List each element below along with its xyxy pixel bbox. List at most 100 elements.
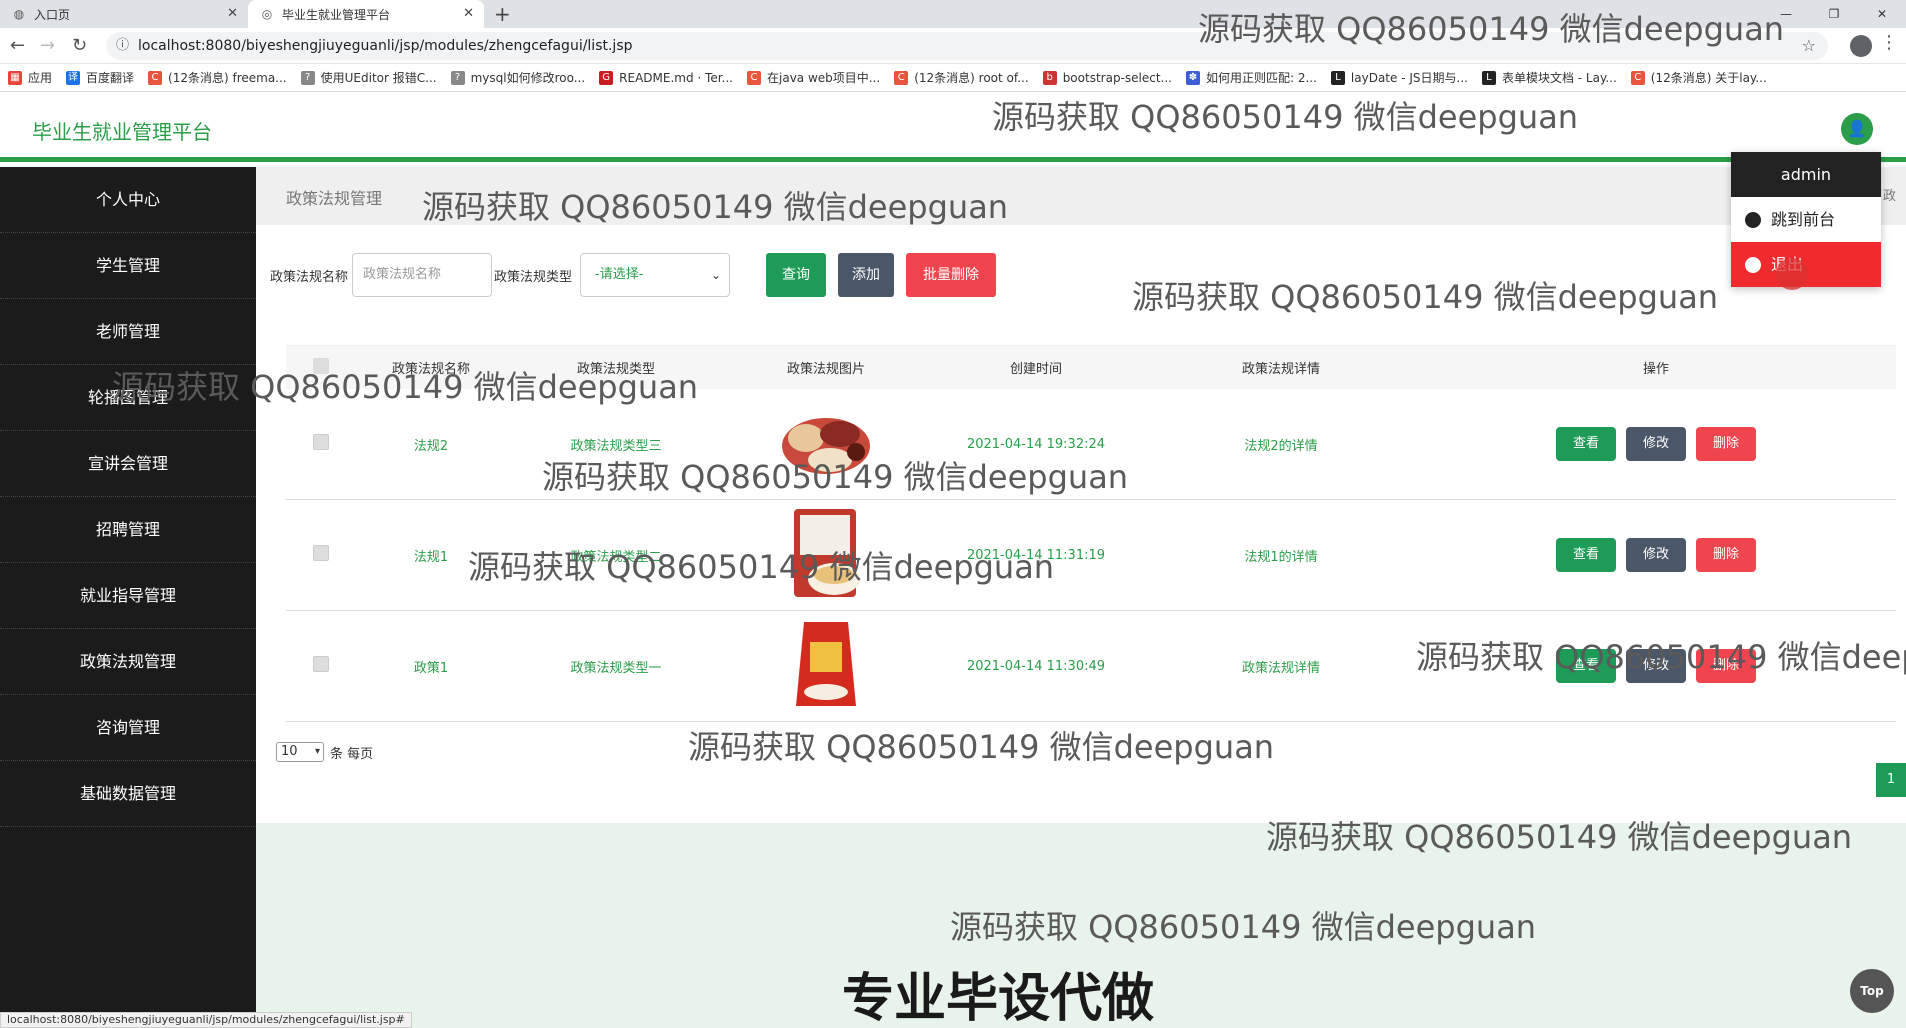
cell-detail[interactable]: 法规1的详情: [1146, 546, 1416, 565]
forward-icon[interactable]: →: [40, 34, 55, 58]
bookmark-item[interactable]: ✽ 如何用正则匹配: 2...: [1185, 69, 1317, 86]
add-button[interactable]: 添加: [838, 253, 895, 297]
page-1-button[interactable]: 1: [1876, 763, 1906, 797]
browser-tab-platform[interactable]: ◎ 毕业生就业管理平台 ✕: [248, 0, 484, 28]
col-header: 政策法规图片: [786, 362, 865, 377]
bookmark-apps[interactable]: ▦ 应用: [8, 69, 52, 86]
sidebar-item-recruitment[interactable]: 招聘管理: [0, 497, 256, 563]
site-icon: ◎: [261, 7, 273, 21]
sidebar-item-basic-data[interactable]: 基础数据管理: [0, 761, 256, 827]
edit-button[interactable]: 修改: [1626, 427, 1686, 461]
csdn-icon: C: [148, 70, 163, 85]
power-icon: [1745, 256, 1761, 273]
cell-type[interactable]: 政策法规类型三: [506, 435, 726, 454]
watermark: 源码获取 QQ86050149 微信deepguan: [422, 188, 1009, 226]
delete-button[interactable]: 删除: [1696, 427, 1756, 461]
batch-delete-button[interactable]: 批量删除: [906, 253, 997, 297]
close-tab-icon[interactable]: ✕: [463, 6, 474, 21]
browser-tab-entry[interactable]: ◍ 入口页 ✕: [0, 0, 248, 28]
csdn-icon: C: [1630, 70, 1645, 85]
back-to-top-button[interactable]: Top: [1850, 969, 1894, 1013]
policy-type-select[interactable]: -请选择- ⌄: [580, 253, 731, 297]
watermark: 源码获取 QQ86050149 微信deepguan: [950, 908, 1537, 946]
sidebar-item-consulting[interactable]: 咨询管理: [0, 695, 256, 761]
brand-title: 毕业生就业管理平台: [32, 120, 212, 144]
bookmark-item[interactable]: L 表单模块文档 - Lay...: [1481, 69, 1617, 86]
bookmarks-bar: ▦ 应用 译百度翻译 C (12条消息) freema... ? 使用UEditor …: [0, 64, 1906, 92]
cell-name[interactable]: 政策1: [356, 657, 506, 676]
tab-title: 毕业生就业管理平台: [282, 7, 391, 22]
delete-button[interactable]: 删除: [1696, 538, 1756, 572]
chevron-down-icon: ▾: [314, 746, 320, 757]
sidebar-item-profile[interactable]: 个人中心: [0, 167, 256, 233]
bookmark-item[interactable]: G README.md · Ter...: [599, 70, 733, 85]
search-form: 政策法规名称 政策法规名称 政策法规类型 -请选择- ⌄ 查询 添加 批量删除: [270, 253, 997, 297]
url-text: localhost:8080/biyeshengjiuyeguanli/jsp/…: [138, 38, 633, 54]
power-icon: [1745, 211, 1761, 228]
col-header: 操作: [1642, 362, 1669, 377]
new-tab-icon[interactable]: +: [494, 2, 511, 26]
bookmark-item[interactable]: LlayDate - JS日期与...: [1330, 69, 1468, 86]
bookmark-item[interactable]: C (12条消息) freema...: [148, 69, 287, 86]
restore-icon[interactable]: ❐: [1810, 0, 1858, 28]
cell-detail[interactable]: 政策法规详情: [1146, 657, 1416, 676]
sidebar-item-guidance[interactable]: 就业指导管理: [0, 563, 256, 629]
row-checkbox[interactable]: [313, 545, 329, 561]
col-header: 政策法规详情: [1241, 362, 1320, 377]
edit-button[interactable]: 修改: [1626, 538, 1686, 572]
view-button[interactable]: 查看: [1556, 427, 1616, 461]
watermark: 源码获取 QQ86050149 微信deepguan: [542, 458, 1129, 496]
watermark: 源码获取 QQ86050149 微信deepguan: [688, 728, 1275, 766]
back-icon[interactable]: ←: [10, 34, 25, 58]
close-tab-icon[interactable]: ✕: [227, 6, 238, 21]
page-size-select[interactable]: 10 ▾: [276, 742, 324, 762]
tab-title: 入口页: [34, 7, 71, 22]
status-bar-url: localhost:8080/biyeshengjiuyeguanli/jsp/…: [0, 1012, 412, 1028]
row-checkbox[interactable]: [313, 434, 329, 450]
bookmark-item[interactable]: b bootstrap-select...: [1042, 70, 1172, 85]
apps-grid-icon: ▦: [8, 70, 22, 85]
cell-name[interactable]: 法规2: [356, 435, 506, 454]
sidebar-item-students[interactable]: 学生管理: [0, 233, 256, 299]
promo-text: 专业毕设代做: [842, 969, 1155, 1028]
cell-time: 2021-04-14 11:30:49: [966, 658, 1106, 674]
click-indicator: [1776, 258, 1808, 290]
close-window-icon[interactable]: ✕: [1858, 0, 1906, 28]
site-icon: ?: [300, 70, 315, 85]
row-checkbox[interactable]: [313, 656, 329, 672]
bookmark-item[interactable]: C 在java web项目中...: [747, 69, 880, 86]
profile-avatar-icon[interactable]: [1850, 35, 1872, 57]
dropdown-username: admin: [1731, 152, 1881, 197]
bookmark-item[interactable]: 译百度翻译: [66, 69, 134, 86]
watermark: 源码获取 QQ86050149 微信deepguan: [1266, 818, 1853, 856]
user-menu-button[interactable]: 👤: [1841, 113, 1873, 145]
policy-name-input[interactable]: 政策法规名称: [352, 253, 493, 297]
site-icon: ?: [450, 70, 465, 85]
layui-icon: L: [1481, 70, 1496, 85]
to-front-menu-item[interactable]: 跳到前台: [1731, 197, 1881, 242]
bookmark-item[interactable]: ? mysql如何修改roo...: [450, 69, 585, 86]
bookmark-item[interactable]: ? 使用UEditor 报错C...: [300, 69, 437, 86]
sidebar-item-policies[interactable]: 政策法规管理: [0, 629, 256, 695]
star-icon[interactable]: ☆: [1802, 32, 1816, 60]
watermark: 源码获取 QQ86050149 微信deepguan: [468, 548, 1055, 586]
cell-type[interactable]: 政策法规类型一: [506, 657, 726, 676]
watermark: 源码获取 QQ86050149 微信deepguan: [992, 98, 1579, 136]
info-icon[interactable]: ⓘ: [116, 32, 129, 60]
menu-dots-icon[interactable]: ⋮: [1880, 32, 1898, 53]
cell-detail[interactable]: 法规2的详情: [1146, 435, 1416, 454]
bookmark-item[interactable]: C (12条消息) 关于lay...: [1630, 69, 1767, 86]
site-icon: b: [1042, 70, 1057, 85]
watermark: 源码获取 QQ86050149 微信deepguan: [1416, 638, 1906, 676]
watermark: 源码获取 QQ86050149 微信deepguan: [1132, 278, 1719, 316]
view-button[interactable]: 查看: [1556, 538, 1616, 572]
sidebar-item-teachers[interactable]: 老师管理: [0, 299, 256, 365]
sidebar-item-seminars[interactable]: 宣讲会管理: [0, 431, 256, 497]
bookmark-item[interactable]: C (12条消息) root of...: [894, 69, 1029, 86]
type-label: 政策法规类型: [494, 269, 573, 285]
user-icon: 👤: [1847, 119, 1867, 138]
query-button[interactable]: 查询: [766, 253, 827, 297]
chevron-down-icon: ⌄: [710, 268, 722, 282]
reload-icon[interactable]: ↻: [72, 34, 87, 58]
page-size-control: 10 ▾ 条 每页: [276, 742, 373, 762]
